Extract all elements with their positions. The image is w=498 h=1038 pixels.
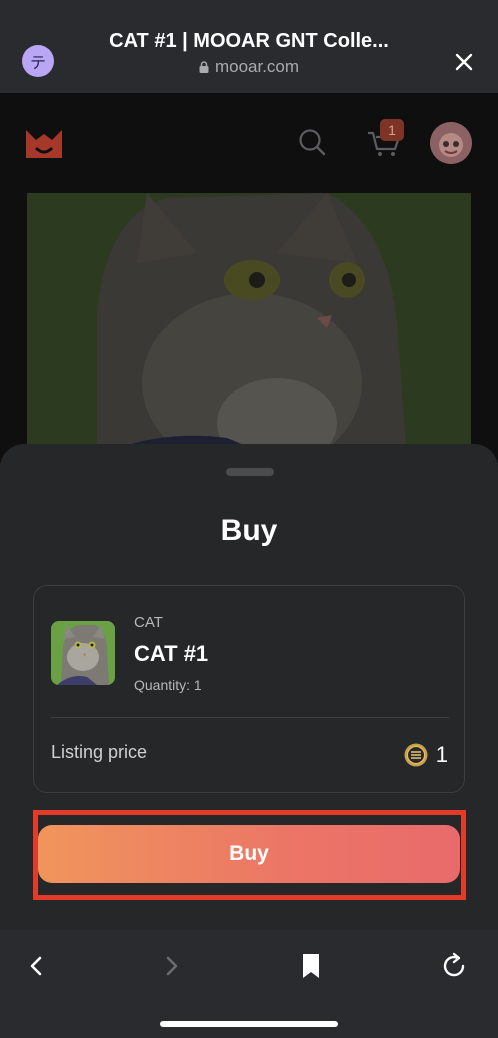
nft-image <box>0 193 498 463</box>
url-text: mooar.com <box>214 57 300 76</box>
forward-icon[interactable] <box>160 954 184 978</box>
listing-price: 1 <box>404 742 448 768</box>
bookmark-icon[interactable] <box>298 952 324 980</box>
sheet-title: Buy <box>220 514 278 547</box>
browser-bottom-bar <box>0 930 498 1038</box>
buy-button[interactable]: Buy <box>38 825 460 883</box>
coin-icon <box>404 743 428 767</box>
cat-illustration <box>27 193 471 463</box>
divider <box>51 717 449 718</box>
avatar-image <box>430 122 472 164</box>
lock-icon <box>199 61 209 73</box>
cat-thumbnail-image <box>51 621 115 685</box>
url-bar[interactable]: mooar.com <box>84 57 414 77</box>
page-title: CAT #1 | MOOAR GNT Colle... <box>109 30 389 52</box>
browser-top-bar: テ CAT #1 | MOOAR GNT Colle... mooar.com <box>0 0 498 93</box>
refresh-icon[interactable] <box>440 952 468 980</box>
back-icon[interactable] <box>24 954 48 978</box>
item-card: CAT CAT #1 Quantity: 1 Listing price 1 <box>33 585 465 793</box>
item-thumbnail <box>51 621 115 685</box>
sheet-grabber[interactable] <box>226 468 274 476</box>
home-indicator <box>160 1021 338 1027</box>
site-header: 1 <box>0 93 498 193</box>
site-avatar[interactable]: テ <box>22 45 54 77</box>
avatar[interactable] <box>430 122 472 164</box>
listing-price-label: Listing price <box>51 742 148 762</box>
close-icon[interactable] <box>452 50 476 74</box>
item-quantity: Quantity: 1 <box>134 677 202 693</box>
cart-badge: 1 <box>380 119 404 141</box>
search-icon[interactable] <box>298 128 326 156</box>
collection-name: CAT <box>134 614 163 631</box>
item-name: CAT #1 <box>134 641 209 666</box>
cat-artwork <box>27 193 471 463</box>
buy-sheet: Buy CAT CAT #1 Quantity: 1 Listing price <box>0 444 498 930</box>
cart-button[interactable]: 1 <box>366 119 406 161</box>
logo-icon[interactable] <box>26 126 62 158</box>
price-value: 1 <box>435 742 448 767</box>
